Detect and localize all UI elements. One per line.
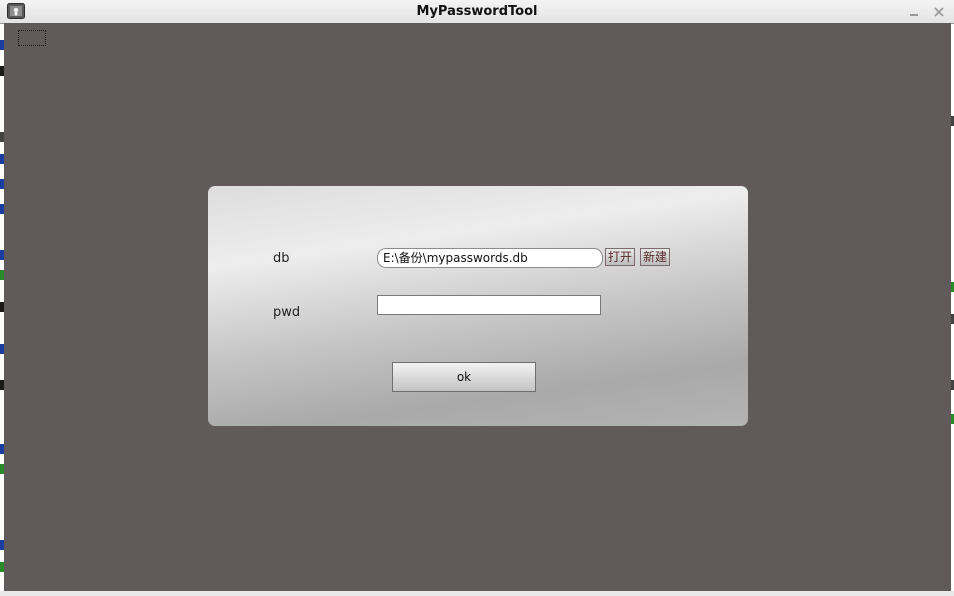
window-bottom-border [0, 591, 954, 596]
close-icon[interactable] [932, 4, 946, 18]
login-dialog: db E:\备份\mypasswords.db 打开 新建 pwd ok [208, 186, 748, 426]
app-window: MyPasswordTool db E:\备份\mypasswords.db 打… [0, 0, 954, 596]
main-content-area: db E:\备份\mypasswords.db 打开 新建 pwd ok [4, 23, 951, 591]
db-path-field[interactable]: E:\备份\mypasswords.db [377, 248, 603, 268]
open-button[interactable]: 打开 [605, 248, 636, 266]
pwd-label: pwd [273, 305, 301, 320]
window-title: MyPasswordTool [416, 4, 538, 19]
minimize-icon[interactable] [907, 4, 921, 18]
db-label: db [273, 251, 290, 266]
ok-button[interactable]: ok [392, 362, 536, 392]
focus-indicator [18, 30, 46, 46]
new-button[interactable]: 新建 [640, 248, 671, 266]
password-field[interactable] [377, 295, 601, 315]
title-bar[interactable]: MyPasswordTool [0, 0, 954, 24]
